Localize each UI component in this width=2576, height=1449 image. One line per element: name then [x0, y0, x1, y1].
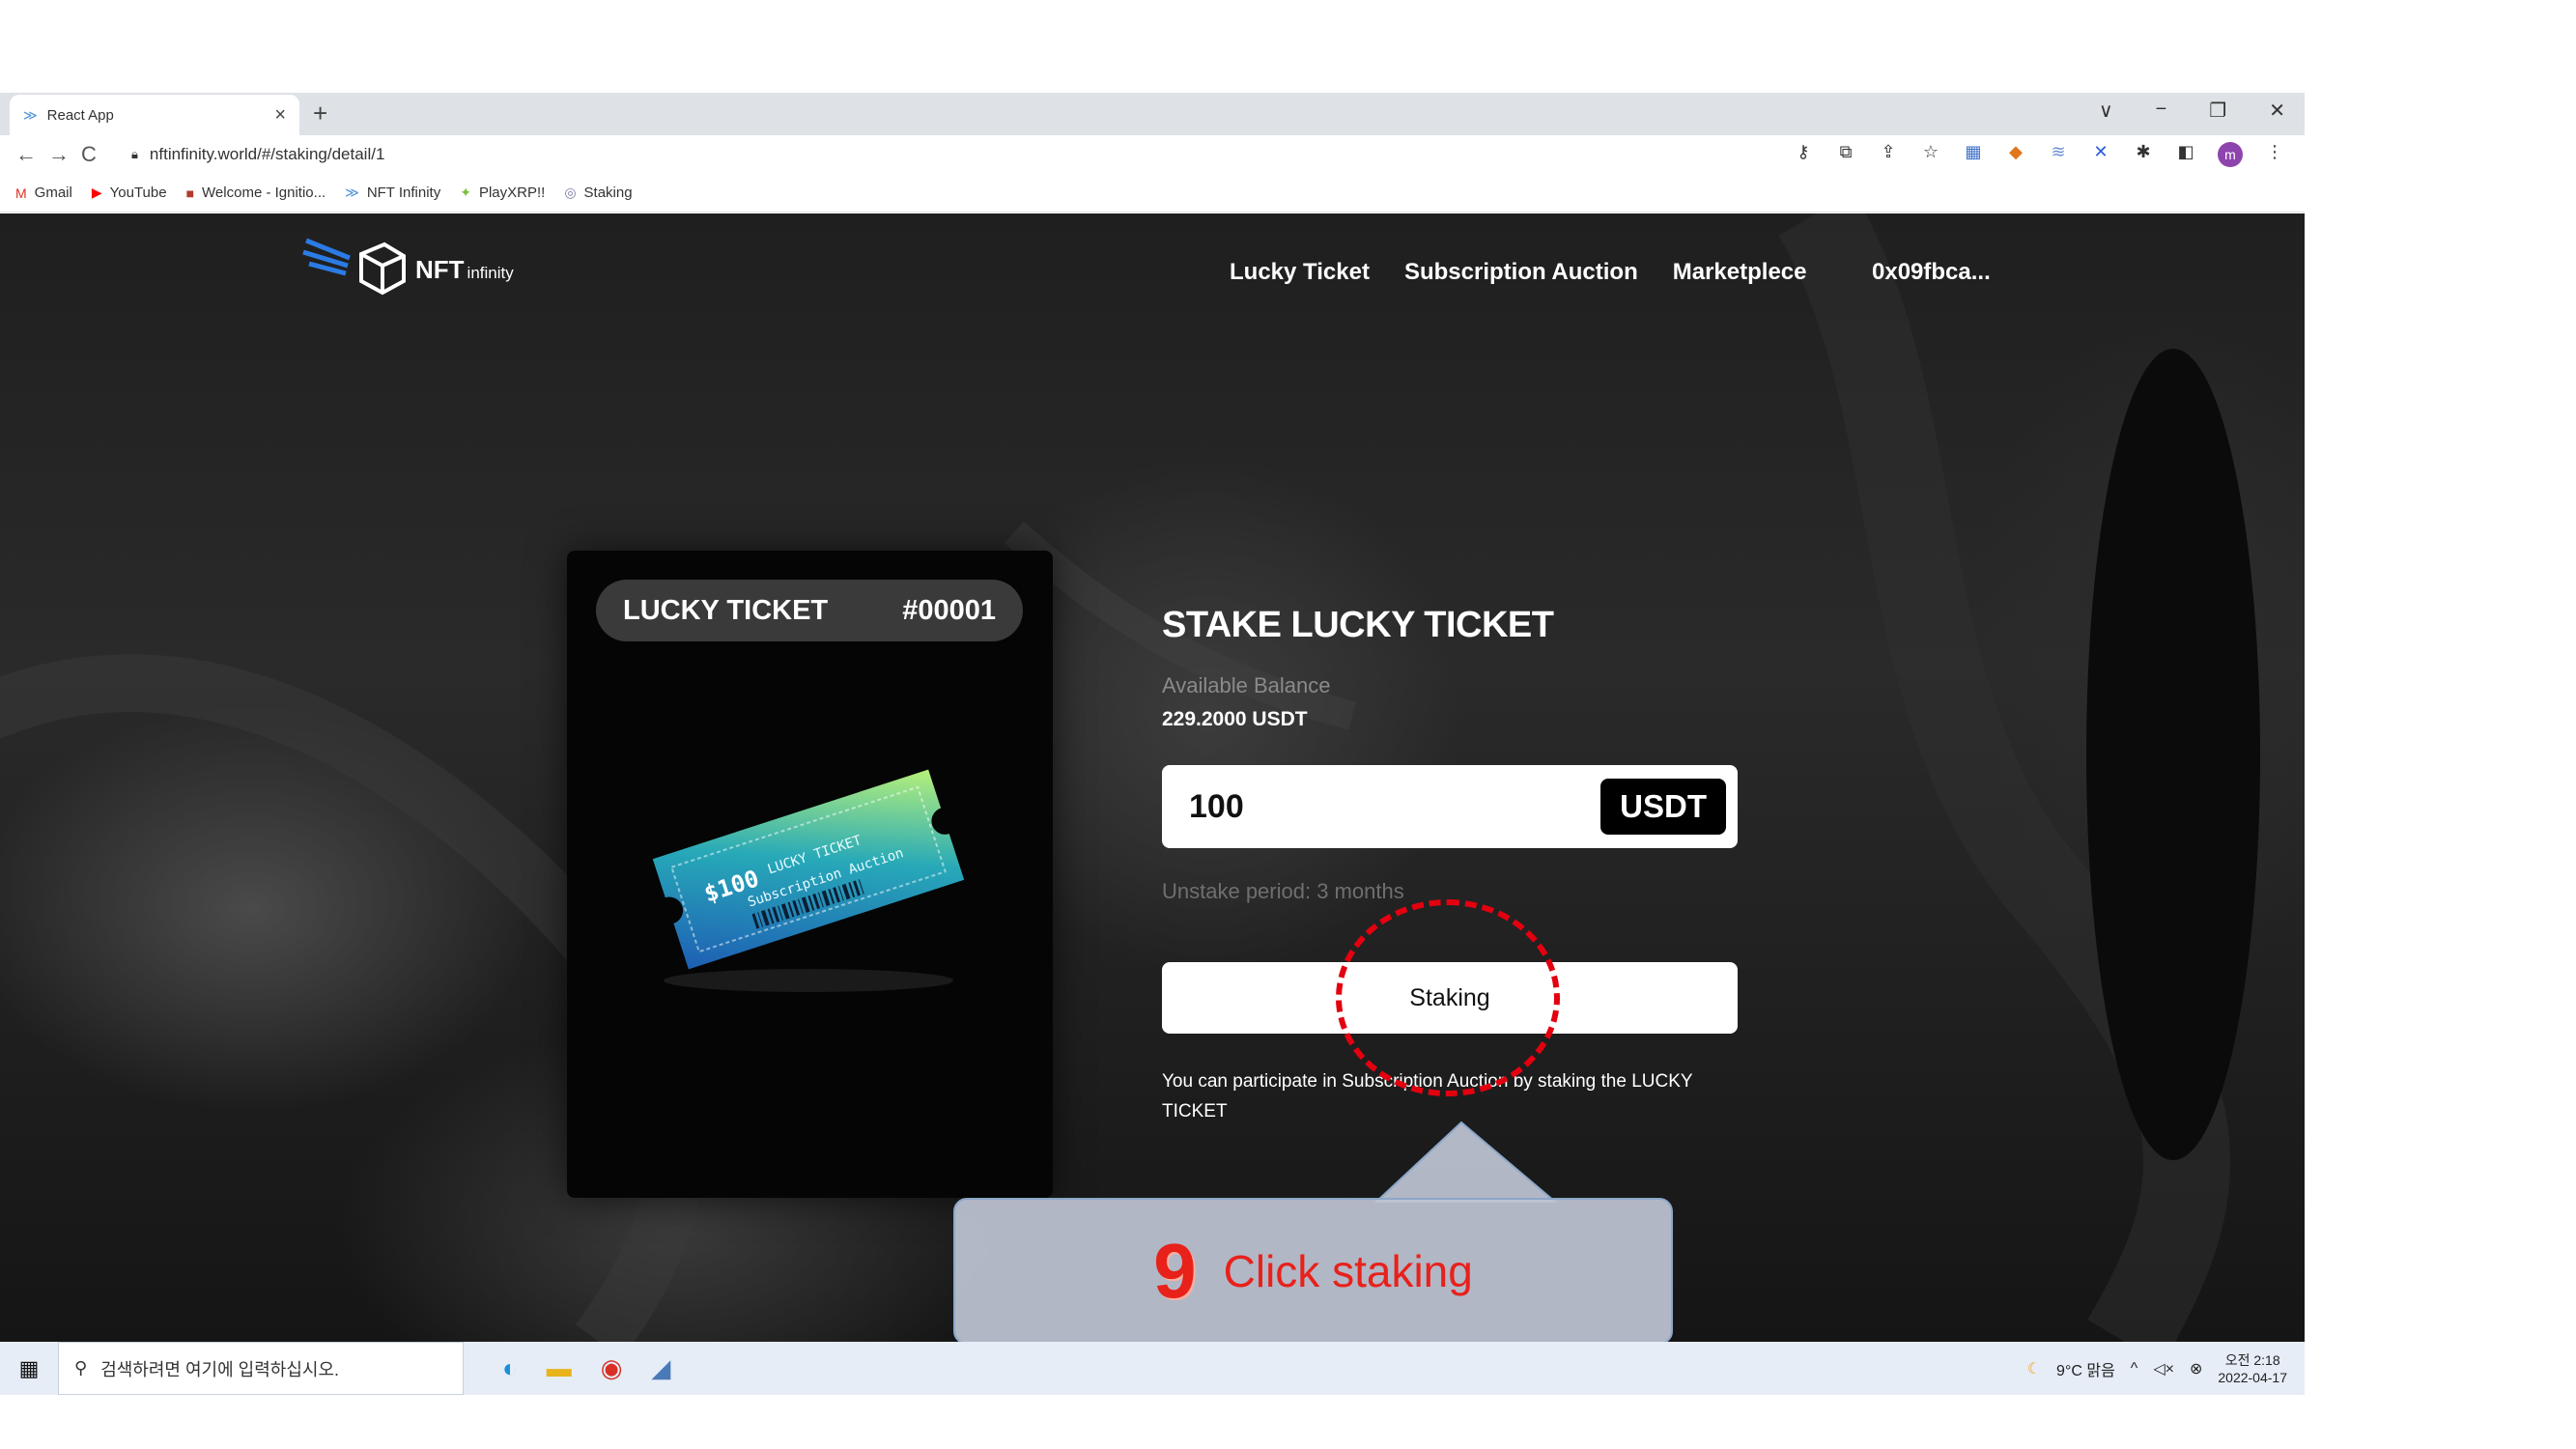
amount-input[interactable]: [1189, 787, 1479, 826]
staking-bookmark-icon: ◎: [564, 185, 577, 200]
bookmark-item[interactable]: M Gmail: [15, 185, 72, 201]
nav-marketplace[interactable]: Marketplece: [1673, 259, 1807, 286]
tab-title: React App: [46, 106, 114, 124]
extension-icon-1[interactable]: ▦: [1963, 142, 1984, 167]
back-button[interactable]: ←: [15, 142, 48, 167]
card-header: LUCKY TICKET #00001: [596, 580, 1023, 641]
search-placeholder: 검색하려면 여기에 입력하십시오.: [100, 1359, 340, 1379]
wallet-address-button[interactable]: 0x09fbca...: [1872, 259, 1991, 286]
lucky-ticket-card: LUCKY TICKET #00001 $100 LUCKY TICKET Su…: [567, 551, 1053, 1198]
extension-toolbar: ⚷ ⧉ ⇪ ☆ ▦ ◆ ≋ ✕ ✱ ◧ m ⋮: [1793, 142, 2285, 167]
browser-tab-bar: ≫ React App × + ∨ − ❐ ✕: [0, 93, 2305, 135]
bookmark-label: YouTube: [109, 185, 167, 201]
site-logo[interactable]: NFT infinity: [301, 231, 514, 308]
new-tab-button[interactable]: +: [313, 99, 327, 128]
top-navigation: Lucky Ticket Subscription Auction Market…: [1230, 259, 1807, 286]
restore-button[interactable]: ❐: [2209, 99, 2226, 123]
card-title: LUCKY TICKET: [623, 594, 829, 626]
bookmark-item[interactable]: ≫ NFT Infinity: [345, 185, 440, 201]
bookmark-label: PlayXRP!!: [478, 185, 546, 201]
weather-icon: ☾: [2026, 1360, 2042, 1378]
forward-button[interactable]: →: [48, 142, 81, 167]
bookmark-item[interactable]: ■ Welcome - Ignitio...: [186, 185, 326, 201]
nft-infinity-icon: ≫: [345, 185, 359, 200]
volume-icon[interactable]: ◁×: [2153, 1359, 2174, 1378]
reload-button[interactable]: C: [81, 142, 114, 167]
taskbar-search[interactable]: ⚲ 검색하려면 여기에 입력하십시오.: [58, 1342, 464, 1395]
bookmark-label: Gmail: [34, 185, 72, 201]
app-icon[interactable]: ◢: [651, 1353, 670, 1383]
balance-label: Available Balance: [1162, 673, 1331, 697]
bookmark-item[interactable]: ◎ Staking: [564, 185, 632, 201]
menu-dots-icon[interactable]: ⋮: [2264, 142, 2285, 167]
screen: ≫ React App × + ∨ − ❐ ✕ ← → C 🔒︎ nftinfi…: [0, 93, 2305, 1395]
translate-icon[interactable]: ⧉: [1835, 142, 1856, 167]
step-number: 9: [1153, 1228, 1197, 1314]
puzzle-icon[interactable]: ✱: [2133, 142, 2154, 167]
metamask-icon[interactable]: ◆: [2005, 142, 2026, 167]
playxrp-icon: ✦: [460, 185, 471, 200]
url-field[interactable]: 🔒︎ nftinfinity.world/#/staking/detail/1: [131, 145, 384, 164]
bookmark-label: NFT Infinity: [366, 185, 441, 201]
browser-tab[interactable]: ≫ React App ×: [10, 95, 299, 135]
windows-taskbar: ▦ ⚲ 검색하려면 여기에 입력하십시오. ◐ ▬ ◉ ◢ ☾ 9°C 맑음 ^…: [0, 1342, 2305, 1395]
web-page: NFT infinity Lucky Ticket Subscription Au…: [0, 213, 2305, 1342]
stake-title: STAKE LUCKY TICKET: [1162, 605, 1554, 645]
share-icon[interactable]: ⇪: [1878, 142, 1899, 167]
card-number: #00001: [902, 594, 996, 626]
clock-date: 2022-04-17: [2218, 1369, 2287, 1385]
system-tray: ☾ 9°C 맑음 ^ ◁× ⊗ 오전 2:18 2022-04-17: [2027, 1342, 2287, 1395]
logo-text: NFT infinity: [415, 255, 514, 285]
url-text: nftinfinity.world/#/staking/detail/1: [149, 145, 385, 163]
gmail-icon: M: [15, 185, 27, 201]
ignition-icon: ■: [185, 185, 195, 201]
clock-time: 오전 2:18: [2224, 1351, 2280, 1368]
search-icon: ⚲: [74, 1358, 88, 1378]
react-app-favicon-icon: ≫: [23, 106, 38, 123]
logo-brand: NFT: [415, 254, 465, 284]
instruction-callout: 9 Click staking: [953, 1198, 1673, 1345]
balance-value: 229.2000 USDT: [1162, 708, 1308, 730]
taskbar-apps: ◐ ▬ ◉ ◢: [502, 1353, 670, 1383]
file-explorer-icon[interactable]: ▬: [547, 1353, 572, 1383]
tray-chevron-icon[interactable]: ^: [2131, 1360, 2138, 1378]
window-controls: ∨ − ❐ ✕: [2099, 99, 2285, 123]
close-window-button[interactable]: ✕: [2269, 99, 2285, 123]
profile-avatar[interactable]: m: [2218, 142, 2243, 167]
tab-search-icon[interactable]: ∨: [2099, 99, 2113, 123]
nav-lucky-ticket[interactable]: Lucky Ticket: [1230, 259, 1370, 286]
extension-icon-3[interactable]: ✕: [2090, 142, 2111, 167]
star-icon[interactable]: ☆: [1920, 142, 1941, 167]
clock[interactable]: 오전 2:18 2022-04-17: [2218, 1351, 2287, 1386]
edge-icon[interactable]: ◐: [502, 1353, 518, 1383]
bookmark-item[interactable]: ✦ PlayXRP!!: [460, 185, 545, 201]
logo-suffix: infinity: [467, 263, 514, 282]
youtube-icon: ▶: [91, 185, 102, 200]
bookmark-label: Staking: [583, 185, 633, 201]
bookmarks-bar: M Gmail ▶ YouTube ■ Welcome - Ignitio... ≫ NFT …: [0, 174, 2305, 213]
minimize-button[interactable]: −: [2156, 99, 2167, 123]
highlight-circle: [1336, 899, 1560, 1096]
cube-logo-icon: [302, 238, 406, 296]
nav-subscription-auction[interactable]: Subscription Auction: [1404, 259, 1638, 286]
extension-icon-2[interactable]: ≋: [2048, 142, 2069, 167]
ticket-image: $100 LUCKY TICKET Subscription Auction: [652, 769, 965, 992]
notification-icon[interactable]: ⊗: [2190, 1359, 2202, 1378]
sidebar-icon[interactable]: ◧: [2175, 142, 2196, 167]
tab-close-icon[interactable]: ×: [274, 104, 286, 127]
weather-text[interactable]: 9°C 맑음: [2056, 1357, 2115, 1380]
address-bar: ← → C 🔒︎ nftinfinity.world/#/staking/det…: [0, 135, 2305, 174]
background-art: [0, 213, 2260, 1342]
step-instruction: Click staking: [1223, 1246, 1473, 1296]
lock-icon: 🔒︎: [131, 147, 138, 161]
windows-start-icon[interactable]: ▦: [0, 1356, 58, 1381]
bookmark-item[interactable]: ▶ YouTube: [92, 185, 167, 201]
bookmark-label: Welcome - Ignitio...: [202, 185, 326, 201]
key-icon[interactable]: ⚷: [1793, 142, 1814, 167]
amount-field: USDT: [1162, 765, 1738, 848]
chrome-icon[interactable]: ◉: [601, 1353, 623, 1383]
unit-badge: USDT: [1600, 779, 1726, 835]
